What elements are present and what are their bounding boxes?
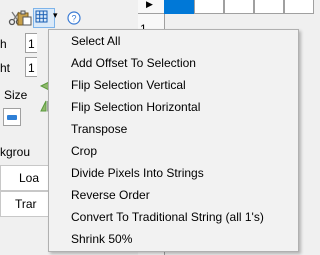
width-label: h: [0, 37, 7, 51]
grid-cell[interactable]: [194, 0, 224, 14]
background-label: kgrou: [0, 145, 31, 159]
grid-select-icon[interactable]: [33, 8, 55, 28]
menu-item-label: Convert To Traditional String (all 1's): [71, 210, 264, 224]
selection-context-menu: Select All Add Offset To Selection Flip …: [48, 29, 299, 252]
size-button[interactable]: [3, 108, 21, 126]
menu-item-label: Crop: [71, 144, 98, 158]
menu-item-label: Flip Selection Vertical: [71, 78, 186, 92]
menu-item-crop[interactable]: Crop: [71, 140, 97, 162]
grid-cell[interactable]: [224, 0, 254, 14]
menu-item-label: Flip Selection Horizontal: [71, 100, 201, 114]
load-tab-label: Loa: [19, 171, 40, 185]
menu-item-flip-vertical[interactable]: Flip Selection Vertical: [71, 74, 186, 96]
menu-item-label: Select All: [71, 34, 121, 48]
svg-text:?: ?: [71, 14, 76, 24]
grid-cell[interactable]: [254, 0, 284, 14]
menu-item-label: Divide Pixels Into Strings: [71, 166, 204, 180]
transfer-tab-label: Trar: [15, 197, 37, 211]
height-input[interactable]: 1: [25, 57, 37, 77]
menu-item-divide-pixels[interactable]: Divide Pixels Into Strings: [71, 162, 204, 184]
row-marker-icon: ▶: [146, 0, 153, 9]
paste-icon[interactable]: [16, 10, 32, 26]
size-label: Size: [4, 88, 28, 102]
height-label: ht: [0, 61, 11, 75]
menu-item-reverse-order[interactable]: Reverse Order: [71, 184, 150, 206]
menu-item-label: Add Offset To Selection: [71, 56, 196, 70]
menu-item-label: Shrink 50%: [71, 232, 133, 246]
menu-item-add-offset[interactable]: Add Offset To Selection: [71, 52, 196, 74]
menu-item-label: Transpose: [71, 122, 128, 136]
menu-item-flip-horizontal[interactable]: Flip Selection Horizontal: [71, 96, 200, 118]
chevron-down-icon[interactable]: ▾: [53, 10, 58, 21]
help-icon[interactable]: ?: [67, 11, 83, 27]
menu-item-shrink[interactable]: Shrink 50%: [71, 228, 132, 250]
width-input[interactable]: 1: [25, 33, 37, 53]
menu-item-transpose[interactable]: Transpose: [71, 118, 127, 140]
menu-item-label: Reverse Order: [71, 188, 150, 202]
menu-item-convert-traditional[interactable]: Convert To Traditional String (all 1's): [71, 206, 264, 228]
toolbar: ▾ ?: [0, 0, 138, 30]
grid-cell-selected[interactable]: [164, 0, 194, 14]
menu-item-select-all[interactable]: Select All: [71, 30, 120, 52]
grid-cell[interactable]: [284, 0, 314, 14]
